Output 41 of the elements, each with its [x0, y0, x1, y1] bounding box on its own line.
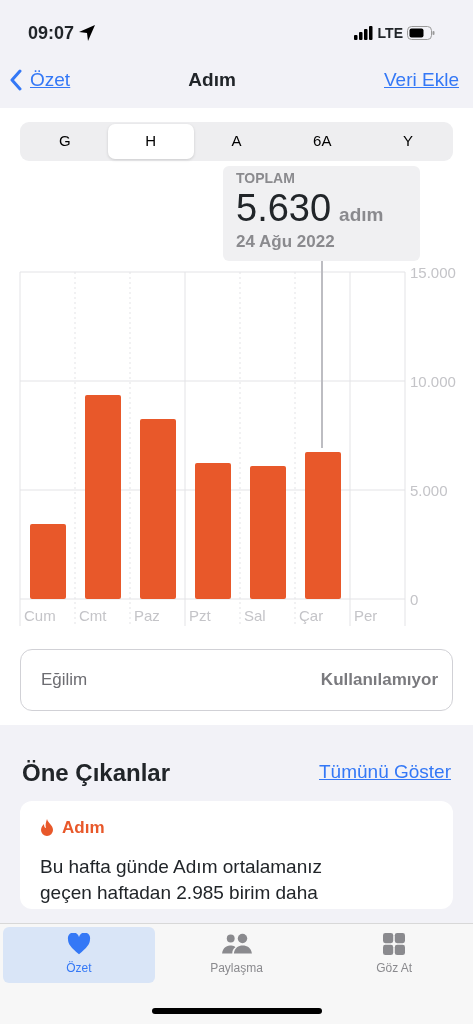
battery-icon — [407, 26, 435, 40]
tab-bar-item[interactable]: Paylaşma — [160, 927, 313, 983]
trend-value: Kullanılamıyor — [320, 668, 438, 691]
axis-label: Pzt — [189, 606, 211, 624]
status-time: 09:07 — [28, 21, 75, 45]
trend-row[interactable]: Eğilim Kullanılamıyor — [20, 648, 453, 711]
unit-label: adım — [339, 202, 384, 227]
axis-label: Paz — [134, 606, 160, 624]
segment-tab[interactable]: Y — [365, 124, 451, 159]
axis-label: 10.000 — [410, 372, 456, 390]
segment-tab[interactable]: H — [107, 124, 194, 159]
signal-icon — [353, 26, 374, 40]
segment-tab[interactable]: G — [22, 124, 108, 159]
axis-label: Cum — [24, 606, 56, 624]
axis-label: Sal — [244, 606, 266, 624]
axis-label: Çar — [299, 606, 324, 624]
segment-tab[interactable]: A — [193, 124, 280, 159]
axis-label: 15.000 — [410, 263, 456, 281]
tab-bar-item[interactable]: Göz At — [318, 927, 470, 983]
location-icon — [78, 24, 97, 42]
highlight-text: Bu hafta günde Adım ortalamanız geçen haftadan 2.985 birim daha — [40, 855, 323, 905]
page-title: Adım — [188, 67, 236, 92]
axis-label: Cmt — [79, 606, 107, 624]
flame-icon — [40, 818, 54, 836]
axis-label: 5.000 — [410, 481, 448, 499]
network-label: LTE — [377, 23, 403, 43]
add-data-link[interactable]: Veri Ekle — [384, 65, 459, 95]
section-title: Öne Çıkanlar — [22, 757, 171, 788]
back-link[interactable]: Özet — [10, 65, 71, 95]
axis-label: 0 — [410, 590, 419, 608]
highlight-card[interactable]: Adım Bu hafta günde Adım ortalamanız geçen haftadan 2.985 birim daha — [20, 800, 453, 910]
segment-tab[interactable]: 6A — [279, 124, 366, 159]
trend-label: Eğilim — [41, 668, 88, 691]
date-label: 24 Ağu 2022 — [236, 231, 336, 253]
show-all-link[interactable]: Tümünü Göster — [319, 758, 451, 787]
back-chevron-icon — [10, 69, 22, 91]
tab-bar-item[interactable]: Özet — [3, 927, 155, 983]
category-label: Adım — [62, 816, 105, 839]
tooltip-label: TOPLAM — [236, 168, 296, 188]
total-value: 5.630 — [236, 188, 332, 229]
axis-label: Per — [354, 606, 378, 624]
